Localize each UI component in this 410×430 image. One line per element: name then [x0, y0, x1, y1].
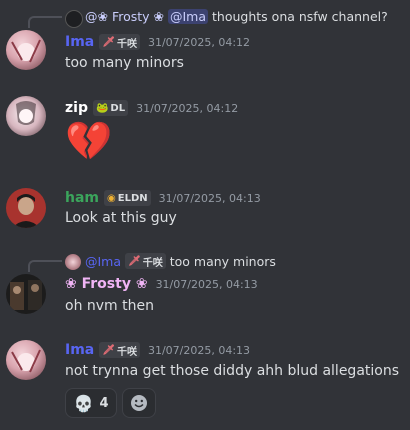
message-text: oh nvm then — [65, 298, 154, 314]
message-text: Look at this guy — [65, 210, 177, 226]
message-text: too many minors — [65, 55, 184, 71]
reply-text: too many minors — [169, 253, 276, 269]
skull-icon: 💀 — [73, 393, 94, 413]
reply-avatar — [65, 10, 83, 28]
avatar[interactable] — [6, 96, 46, 136]
message-emoji: 💔 — [65, 119, 113, 163]
guild-tag[interactable]: 🗡 千咲 — [99, 34, 140, 50]
timestamp[interactable]: 31/07/2025, 04:13 — [148, 344, 250, 357]
avatar[interactable] — [6, 274, 46, 314]
reaction-skull[interactable]: 💀 4 — [65, 388, 117, 418]
guild-tag[interactable]: 🗡 千咲 — [99, 342, 140, 358]
smiley-icon — [131, 395, 147, 411]
author-name[interactable]: zip — [65, 100, 88, 116]
timestamp[interactable]: 31/07/2025, 04:13 — [159, 192, 261, 205]
author-name[interactable]: ❀ Frosty ❀ — [65, 276, 148, 292]
avatar[interactable] — [6, 30, 46, 70]
timestamp[interactable]: 31/07/2025, 04:13 — [156, 278, 258, 291]
author-name[interactable]: Ima — [65, 34, 94, 50]
reply-preview[interactable]: @Ima 🗡 千咲 too many minors — [85, 253, 276, 269]
reaction-count: 4 — [99, 395, 109, 411]
guild-tag[interactable]: ◉ ELDN — [104, 190, 151, 206]
reply-author[interactable]: @Ima — [85, 254, 121, 269]
reply-mention[interactable]: @Ima — [168, 9, 209, 24]
guild-tag[interactable]: 🐸 DL — [92, 100, 129, 116]
reply-preview[interactable]: @❀ Frosty ❀ @Ima thoughts ona nsfw chann… — [85, 9, 388, 24]
add-reaction-button[interactable] — [122, 388, 156, 418]
author-name[interactable]: ham — [65, 190, 99, 206]
message-text: not trynna get those diddy ahh blud alle… — [65, 363, 400, 379]
author-name[interactable]: Ima — [65, 342, 94, 358]
sword-icon: 🗡 — [102, 36, 115, 48]
sword-icon: 🗡 — [102, 344, 115, 356]
frog-icon: 🐸 — [95, 102, 109, 114]
reply-author[interactable]: @❀ Frosty ❀ — [85, 9, 164, 24]
sword-icon: 🗡 — [128, 255, 141, 267]
timestamp[interactable]: 31/07/2025, 04:12 — [136, 102, 238, 115]
reply-avatar — [65, 254, 81, 270]
timestamp[interactable]: 31/07/2025, 04:12 — [148, 36, 250, 49]
guild-tag: 🗡 千咲 — [125, 253, 166, 269]
eye-icon: ◉ — [107, 192, 116, 204]
avatar[interactable] — [6, 188, 46, 228]
avatar[interactable] — [6, 340, 46, 380]
reply-text: thoughts ona nsfw channel? — [212, 9, 388, 24]
